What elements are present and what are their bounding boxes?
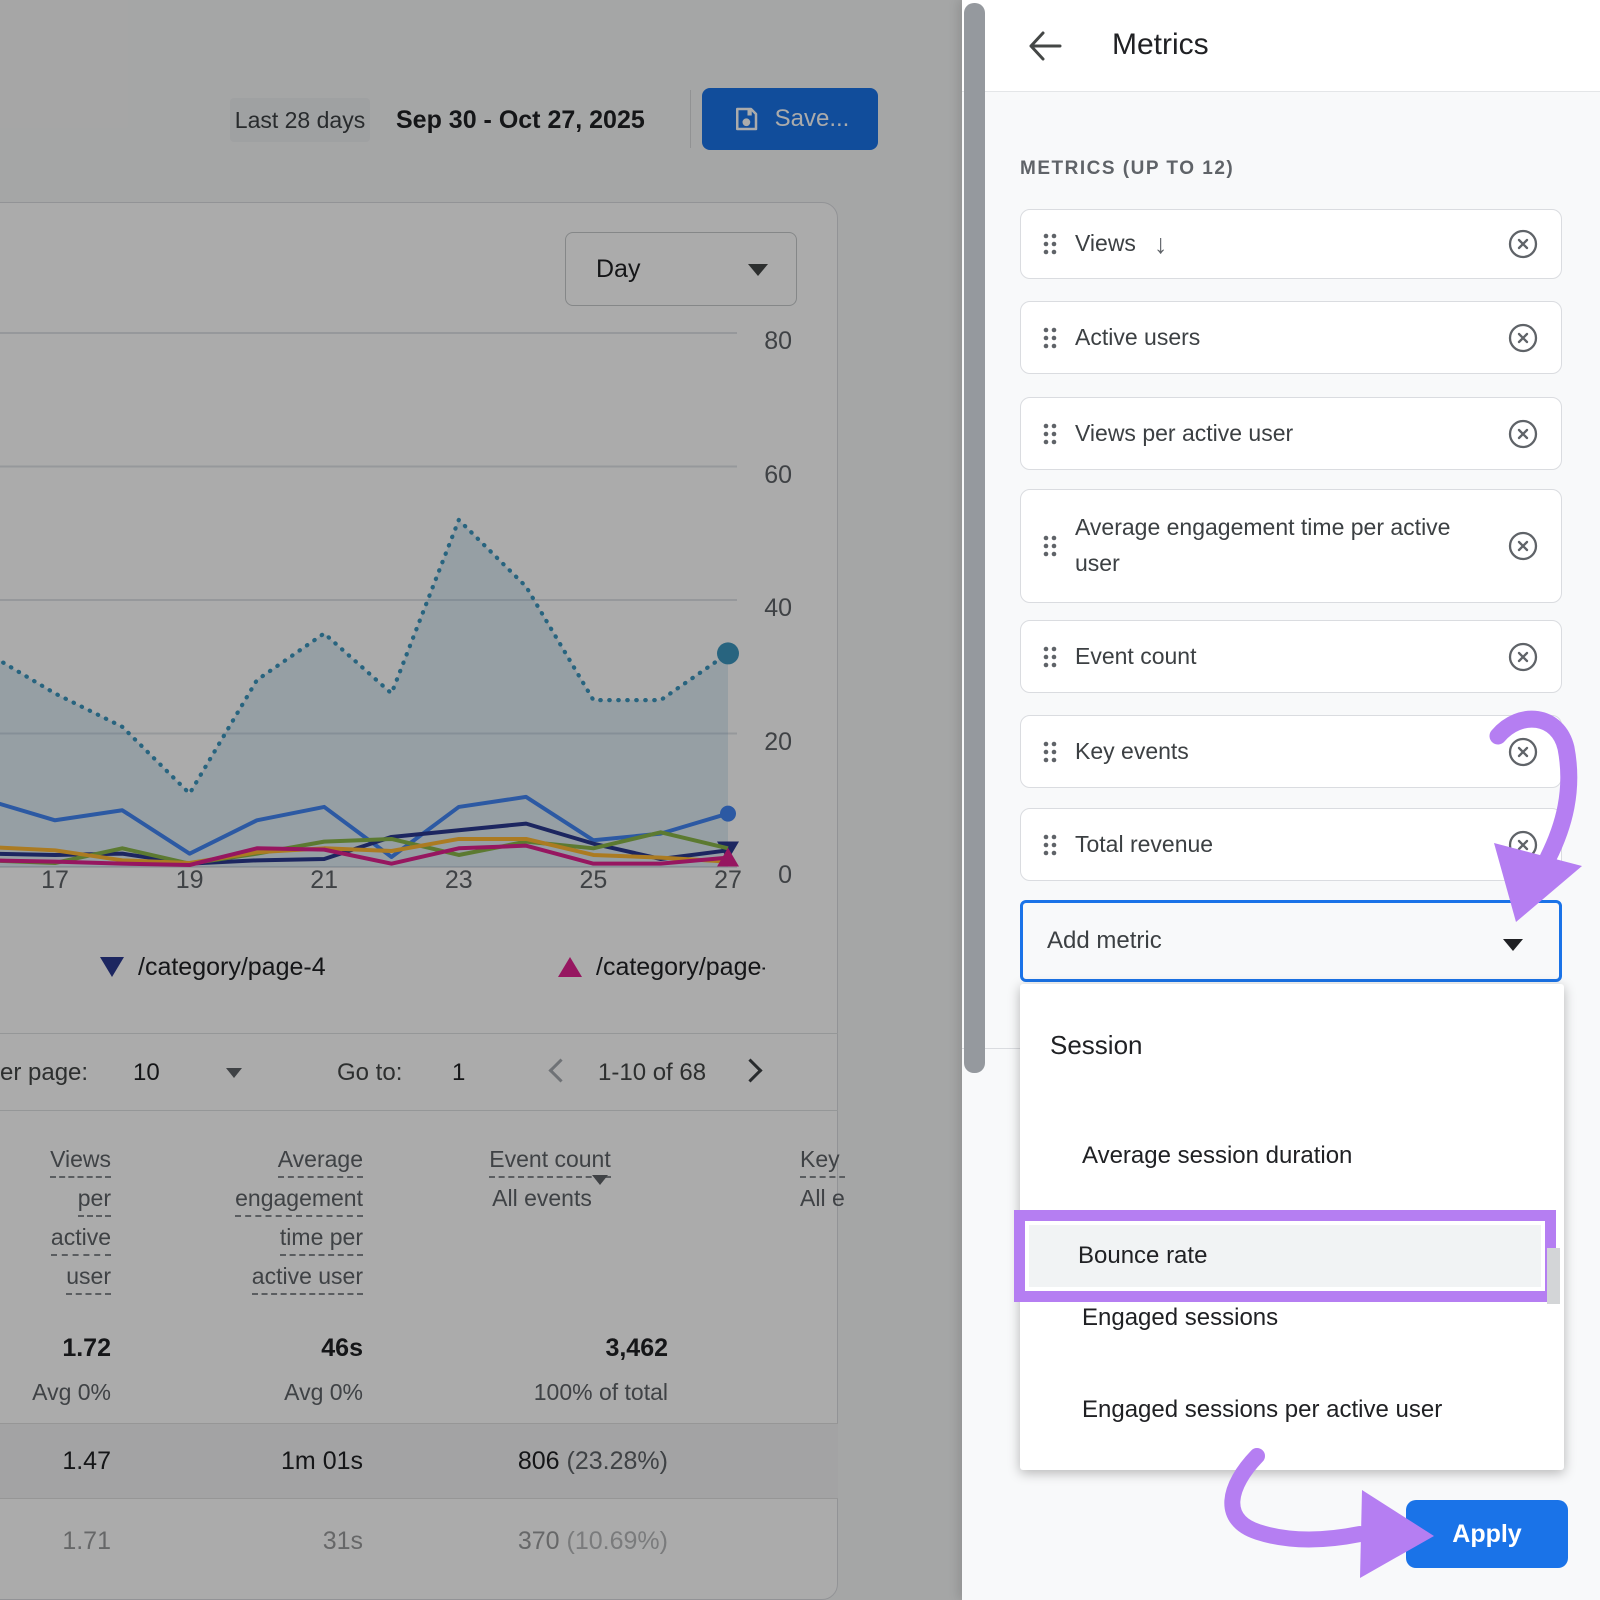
dropdown-group-session: Session xyxy=(1050,1030,1143,1061)
remove-metric-icon[interactable] xyxy=(1507,418,1539,450)
metric-card-total-revenue[interactable]: Total revenue xyxy=(1020,808,1562,881)
remove-metric-icon[interactable] xyxy=(1507,829,1539,861)
drag-handle-icon[interactable] xyxy=(1043,327,1057,349)
sort-descending-icon: ↓ xyxy=(1154,229,1168,260)
drag-handle-icon[interactable] xyxy=(1043,535,1057,557)
metric-card-event-count[interactable]: Event count xyxy=(1020,620,1562,693)
remove-metric-icon[interactable] xyxy=(1507,736,1539,768)
metric-card-views[interactable]: Views ↓ xyxy=(1020,209,1562,279)
metric-card-avg-engagement-time[interactable]: Average engagement time per active user xyxy=(1020,489,1562,603)
metric-card-views-per-active-user[interactable]: Views per active user xyxy=(1020,397,1562,470)
dropdown-item-engaged-sessions-per-active-user[interactable]: Engaged sessions per active user xyxy=(1082,1396,1442,1424)
dropdown-item-average-session-duration[interactable]: Average session duration xyxy=(1082,1142,1352,1170)
bounce-rate-annotation-box: Bounce rate xyxy=(1014,1210,1556,1302)
remove-metric-icon[interactable] xyxy=(1507,530,1539,562)
panel-scrollbar[interactable] xyxy=(964,3,985,1073)
metrics-section-label: METRICS (UP TO 12) xyxy=(1020,158,1234,180)
dropdown-item-engaged-sessions[interactable]: Engaged sessions xyxy=(1082,1304,1278,1332)
apply-button[interactable]: Apply xyxy=(1406,1500,1568,1568)
drag-handle-icon[interactable] xyxy=(1043,423,1057,445)
dropdown-item-bounce-rate[interactable]: Bounce rate xyxy=(1029,1225,1541,1287)
dropdown-scrollbar[interactable] xyxy=(1547,1248,1560,1304)
add-metric-dropdown[interactable]: Add metric xyxy=(1020,900,1562,982)
panel-title: Metrics xyxy=(1112,28,1209,62)
modal-dim-overlay xyxy=(0,0,962,1600)
drag-handle-icon[interactable] xyxy=(1043,741,1057,763)
remove-metric-icon[interactable] xyxy=(1507,641,1539,673)
drag-handle-icon[interactable] xyxy=(1043,233,1057,255)
drag-handle-icon[interactable] xyxy=(1043,834,1057,856)
metric-options-dropdown: Session Average session duration Bounce … xyxy=(1020,984,1564,1470)
remove-metric-icon[interactable] xyxy=(1507,322,1539,354)
metric-card-key-events[interactable]: Key events xyxy=(1020,715,1562,788)
metric-card-active-users[interactable]: Active users xyxy=(1020,301,1562,374)
drag-handle-icon[interactable] xyxy=(1043,646,1057,668)
report-area: Last 28 days Sep 30 - Oct 27, 2025 Save.… xyxy=(0,0,962,1600)
back-arrow-icon[interactable] xyxy=(1026,28,1064,64)
chevron-down-icon xyxy=(1503,939,1523,951)
screen: Last 28 days Sep 30 - Oct 27, 2025 Save.… xyxy=(0,0,1600,1600)
remove-metric-icon[interactable] xyxy=(1507,228,1539,260)
